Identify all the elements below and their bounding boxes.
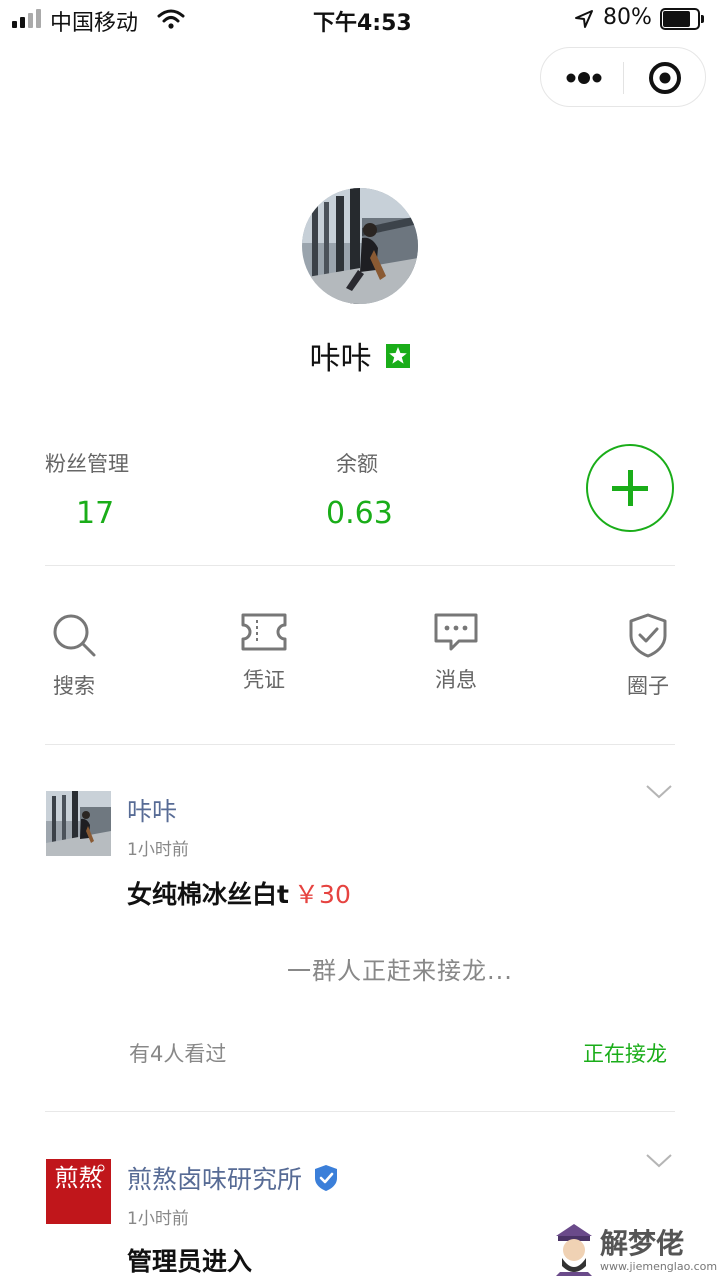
post-author-row: 煎熬卤味研究所 [127, 1160, 339, 1196]
stat-fans[interactable]: 粉丝管理 [45, 448, 185, 478]
avatar-photo [302, 188, 418, 304]
menu-message[interactable]: 消息 [396, 612, 516, 694]
post-title: 管理员进入 [127, 1247, 253, 1276]
battery-icon [660, 8, 704, 30]
verified-shield-icon [315, 1165, 338, 1191]
shield-check-icon [629, 613, 667, 658]
wifi-icon [157, 9, 185, 29]
clock: 下午4:53 [313, 11, 412, 36]
profile-name-row: 咔咔 [0, 333, 720, 378]
post-card[interactable]: 咔咔 1小时前 女纯棉冰丝白t ￥30 一群人正赶来接龙... 有4人看过 正在… [0, 745, 720, 1111]
watermark-text: 解梦佬 [600, 1227, 685, 1260]
shop-logo[interactable]: 煎熬 [46, 1159, 111, 1224]
signal-icon [12, 8, 44, 28]
search-icon [53, 614, 96, 657]
site-watermark: 解梦佬 www.jiemenglao.com [550, 1218, 718, 1278]
shop-logo-text: 煎熬 [54, 1164, 103, 1192]
post-author-avatar[interactable] [46, 791, 111, 856]
post-title: 女纯棉冰丝白t [127, 880, 289, 909]
status-bar: 中国移动 下午4:53 80% [0, 0, 720, 40]
battery-percent: 80% [603, 5, 652, 30]
watermark-url: www.jiemenglao.com [600, 1260, 718, 1273]
carrier-name: 中国移动 [50, 11, 139, 36]
fans-value: 17 [76, 496, 115, 531]
add-button[interactable] [586, 444, 674, 532]
post-time: 1小时前 [127, 1209, 189, 1229]
post-time: 1小时前 [127, 840, 189, 860]
menu-ticket-label: 凭证 [243, 668, 285, 692]
menu-ticket[interactable]: 凭证 [204, 612, 324, 694]
fans-label: 粉丝管理 [45, 452, 129, 476]
post-price: ￥30 [294, 880, 351, 909]
chevron-down-icon[interactable] [645, 783, 673, 801]
watermark-character-logo [556, 1224, 592, 1276]
divider-stats [45, 565, 675, 566]
post-title-row: 女纯棉冰丝白t ￥30 [127, 875, 351, 911]
more-options-button[interactable] [551, 56, 617, 100]
verified-star-badge-icon [385, 343, 410, 368]
author-avatar-photo [46, 791, 111, 856]
plus-icon [612, 470, 648, 506]
post-author-name[interactable]: 咔咔 [127, 792, 177, 828]
balance-label: 余额 [336, 452, 378, 476]
menu-search-label: 搜索 [53, 674, 95, 698]
view-count: 有4人看过 [129, 1042, 227, 1066]
profile-name: 咔咔 [309, 341, 372, 377]
chevron-down-icon[interactable] [645, 1152, 673, 1170]
target-close-icon [649, 62, 681, 94]
close-miniprogram-button[interactable] [636, 56, 696, 100]
location-arrow-icon [575, 10, 593, 28]
relay-status-link[interactable]: 正在接龙 [583, 1038, 667, 1068]
menu-circle[interactable]: 圈子 [588, 612, 708, 700]
menu-search[interactable]: 搜索 [14, 612, 134, 700]
stat-balance[interactable]: 余额 [336, 448, 416, 478]
post-author-name[interactable]: 煎熬卤味研究所 [127, 1165, 302, 1194]
capsule-divider [623, 62, 624, 94]
ticket-icon [241, 613, 287, 651]
miniprogram-capsule [540, 47, 706, 107]
more-dots-icon [566, 72, 602, 84]
message-icon [434, 613, 478, 651]
menu-circle-label: 圈子 [627, 674, 669, 698]
balance-value: 0.63 [326, 496, 393, 531]
waiting-message: 一群人正赶来接龙... [287, 957, 513, 985]
menu-message-label: 消息 [435, 668, 477, 692]
profile-avatar[interactable] [302, 188, 418, 304]
